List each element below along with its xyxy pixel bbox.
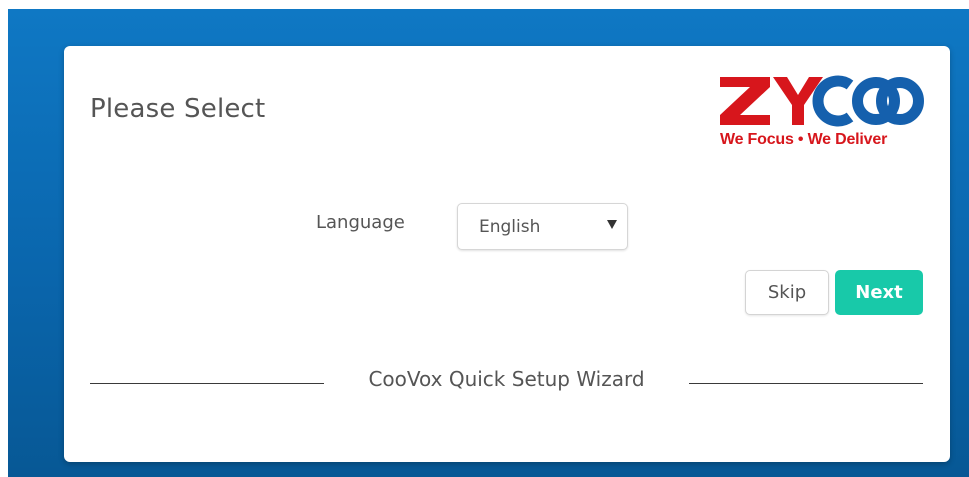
- zycoo-logo: We Focus • We Deliver: [718, 72, 924, 152]
- blue-background: Please Select We Focus • We Deliver Lang…: [8, 9, 969, 477]
- divider-right: [689, 383, 923, 384]
- language-select[interactable]: English: [457, 203, 628, 250]
- setup-wizard-card: Please Select We Focus • We Deliver Lang…: [64, 46, 950, 462]
- wizard-footer-title: CooVox Quick Setup Wizard: [368, 367, 645, 391]
- next-button[interactable]: Next: [835, 270, 923, 315]
- skip-button[interactable]: Skip: [745, 270, 829, 315]
- caret-down-icon: [607, 220, 617, 229]
- divider-left: [90, 383, 324, 384]
- language-label: Language: [316, 212, 405, 233]
- logo-tagline: We Focus • We Deliver: [720, 131, 888, 148]
- language-selected-value: English: [479, 217, 541, 237]
- page-title: Please Select: [90, 94, 266, 124]
- zycoo-logo-mark: [720, 75, 924, 127]
